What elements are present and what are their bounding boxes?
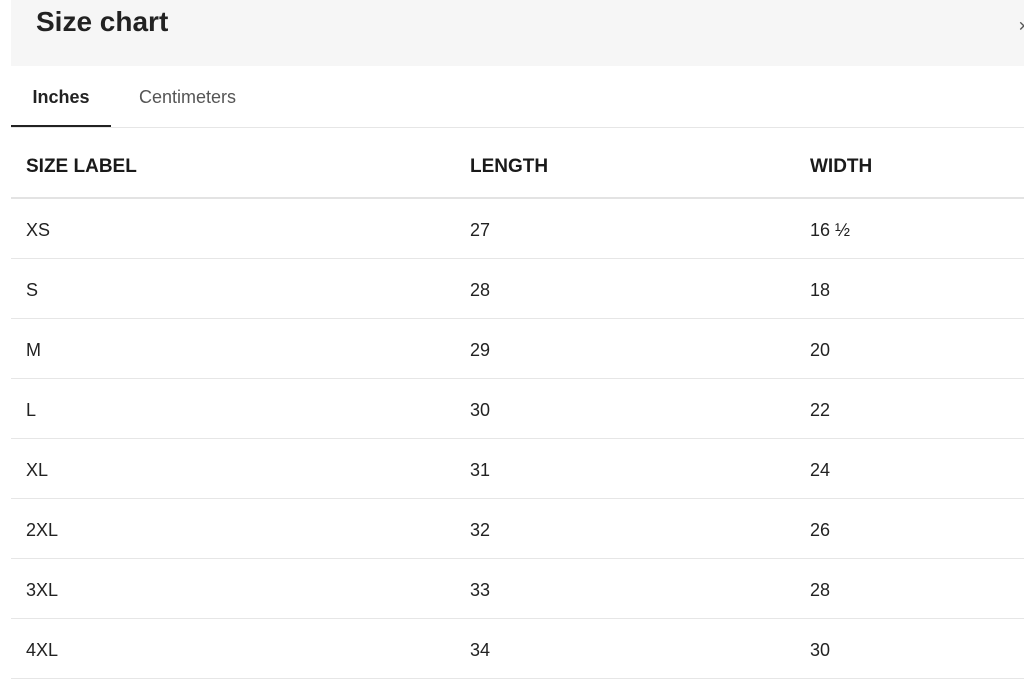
length-cell: 31 [470, 460, 491, 480]
table-header-row: SIZE LABEL LENGTH WIDTH [11, 128, 1024, 199]
width-cell: 24 [810, 460, 831, 480]
width-cell: 20 [810, 340, 831, 360]
length-cell: 29 [470, 340, 491, 360]
length-cell: 33 [470, 580, 491, 600]
table-row: 4XL 34 30 [11, 619, 1024, 679]
column-header-width: WIDTH [810, 156, 873, 177]
length-cell: 32 [470, 520, 491, 540]
width-cell: 28 [810, 580, 831, 600]
length-cell: 28 [470, 280, 491, 300]
size-table: SIZE LABEL LENGTH WIDTH XS 27 16 ½ S 28 … [11, 128, 1024, 679]
size-label-cell: 2XL [26, 520, 59, 540]
unit-tabs: Inches Centimeters [11, 66, 1024, 128]
table-row: 3XL 33 28 [11, 559, 1024, 619]
table-row: M 29 20 [11, 319, 1024, 379]
length-cell: 30 [470, 400, 491, 420]
width-cell: 16 ½ [810, 220, 851, 240]
close-icon[interactable]: ✕ [1018, 20, 1024, 32]
tab-centimeters[interactable]: Centimeters [139, 66, 236, 127]
tab-inches[interactable]: Inches [11, 66, 111, 127]
column-header-length: LENGTH [470, 156, 549, 177]
size-label-cell: XL [26, 460, 49, 480]
size-label-cell: M [26, 340, 41, 360]
width-cell: 30 [810, 640, 831, 660]
length-cell: 34 [470, 640, 491, 660]
table-row: 2XL 32 26 [11, 499, 1024, 559]
column-header-size-label: SIZE LABEL [26, 156, 137, 177]
table-row: L 30 22 [11, 379, 1024, 439]
modal-header: Size chart ✕ [11, 0, 1024, 66]
width-cell: 18 [810, 280, 831, 300]
table-row: XS 27 16 ½ [11, 199, 1024, 259]
table-row: XL 31 24 [11, 439, 1024, 499]
width-cell: 22 [810, 400, 831, 420]
size-label-cell: 3XL [26, 580, 59, 600]
size-label-cell: S [26, 280, 39, 300]
table-row: S 28 18 [11, 259, 1024, 319]
page-title: Size chart [36, 6, 169, 37]
size-label-cell: XS [26, 220, 51, 240]
width-cell: 26 [810, 520, 831, 540]
length-cell: 27 [470, 220, 491, 240]
size-label-cell: L [26, 400, 37, 420]
size-label-cell: 4XL [26, 640, 59, 660]
